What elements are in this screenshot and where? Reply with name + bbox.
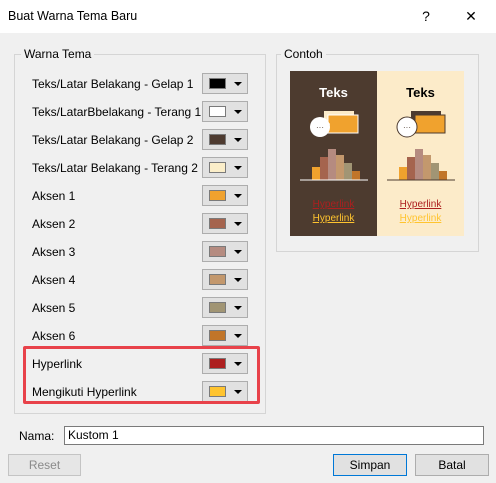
close-button[interactable]: ✕ <box>457 5 485 27</box>
reset-button[interactable]: Reset <box>8 454 81 476</box>
name-input[interactable]: Kustom 1 <box>64 426 484 445</box>
color-row-label: Aksen 6 <box>32 329 76 343</box>
color-swatch <box>209 302 226 313</box>
title-bar: Buat Warna Tema Baru ? ✕ <box>0 0 496 33</box>
color-row-label: Aksen 1 <box>32 189 76 203</box>
preview-dark-panel: Teks ··· Hyperlink Hyperlink <box>290 71 377 236</box>
help-button[interactable]: ? <box>412 5 440 27</box>
color-swatch <box>209 330 226 341</box>
color-swatch <box>209 134 226 145</box>
color-row-label: Aksen 2 <box>32 217 76 231</box>
preview-dark-hyperlink: Hyperlink <box>312 199 355 210</box>
preview-light-graphic: ··· <box>387 111 455 181</box>
color-picker-button[interactable] <box>202 157 248 178</box>
dropdown-arrow-icon <box>234 306 242 310</box>
color-picker-button[interactable] <box>202 73 248 94</box>
dropdown-arrow-icon <box>234 82 242 86</box>
preview-dark-followed-hyperlink: Hyperlink <box>312 213 355 224</box>
color-picker-button[interactable] <box>202 101 248 122</box>
dialog-title: Buat Warna Tema Baru <box>8 9 138 23</box>
color-swatch <box>209 246 226 257</box>
color-row-label: Teks/Latar Belakang - Gelap 1 <box>32 77 194 91</box>
preview-light-hyperlink: Hyperlink <box>399 199 442 210</box>
color-swatch <box>209 190 226 201</box>
dropdown-arrow-icon <box>234 278 242 282</box>
dropdown-arrow-icon <box>234 138 242 142</box>
color-picker-button[interactable] <box>202 325 248 346</box>
highlight-box <box>23 346 260 404</box>
preview-dark-graphic: ··· <box>300 111 368 181</box>
theme-preview: Teks ··· Hyperlink Hyperlink Teks ··· Hy… <box>290 71 464 236</box>
color-row-label: Aksen 4 <box>32 273 76 287</box>
color-swatch <box>209 106 226 117</box>
cancel-button[interactable]: Batal <box>415 454 489 476</box>
color-row-label: Teks/Latar Belakang - Gelap 2 <box>32 133 194 147</box>
sample-legend: Contoh <box>281 47 326 61</box>
color-picker-button[interactable] <box>202 297 248 318</box>
color-picker-button[interactable] <box>202 129 248 150</box>
preview-light-panel: Teks ··· Hyperlink Hyperlink <box>377 71 464 236</box>
svg-text:···: ··· <box>316 123 324 132</box>
color-row-label: Teks/Latar Belakang - Terang 2 <box>32 161 198 175</box>
svg-text:···: ··· <box>403 123 411 132</box>
name-label: Nama: <box>19 429 55 443</box>
color-picker-button[interactable] <box>202 269 248 290</box>
color-swatch <box>209 78 226 89</box>
theme-colors-legend: Warna Tema <box>21 47 95 61</box>
color-row-label: Aksen 5 <box>32 301 76 315</box>
color-row-label: Aksen 3 <box>32 245 76 259</box>
color-swatch <box>209 162 226 173</box>
dropdown-arrow-icon <box>234 250 242 254</box>
color-picker-button[interactable] <box>202 241 248 262</box>
preview-light-followed-hyperlink: Hyperlink <box>399 213 442 224</box>
dropdown-arrow-icon <box>234 194 242 198</box>
dropdown-arrow-icon <box>234 110 242 114</box>
color-swatch <box>209 274 226 285</box>
dropdown-arrow-icon <box>234 334 242 338</box>
color-row-label: Teks/LatarBbelakang - Terang 1 <box>32 105 202 119</box>
color-picker-button[interactable] <box>202 213 248 234</box>
dropdown-arrow-icon <box>234 166 242 170</box>
save-button[interactable]: Simpan <box>333 454 407 476</box>
color-swatch <box>209 218 226 229</box>
color-picker-button[interactable] <box>202 185 248 206</box>
dropdown-arrow-icon <box>234 222 242 226</box>
